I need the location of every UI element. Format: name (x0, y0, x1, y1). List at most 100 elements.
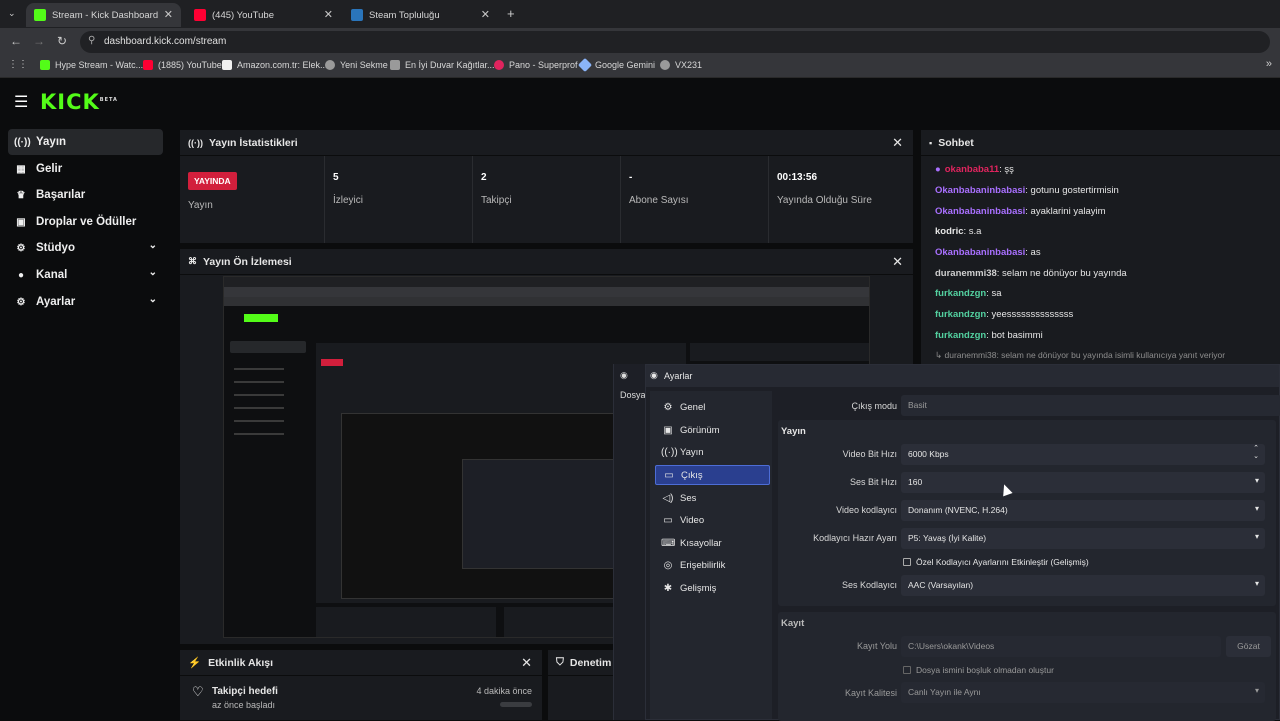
preview-nested-obs (462, 459, 622, 569)
sidebar-item-studyo[interactable]: ⚙ Stüdyo ⌄ (8, 235, 163, 261)
reload-icon[interactable]: ↻ (57, 34, 67, 48)
obs-nav-ses[interactable]: ◁) Ses (655, 488, 770, 508)
kick-logo[interactable]: KICKBETA (40, 90, 118, 114)
bookmark-superprof[interactable]: Pano - Superprof (494, 60, 578, 70)
tab-youtube[interactable]: (445) YouTube ✕ (186, 3, 341, 27)
preview-sidebar-item (230, 341, 306, 353)
preview-live-badge (321, 359, 343, 366)
tab-steam[interactable]: Steam Topluluğu ✕ (343, 3, 498, 27)
studio-icon: ⚙ (16, 242, 26, 254)
chat-message: furkandzgn: bot basimmi (935, 330, 1043, 341)
tab-search-icon[interactable]: ⌄ (8, 8, 16, 19)
panel-title: Yayın İstatistikleri (209, 136, 298, 149)
chat-message: furkandzgn: sa (935, 288, 1002, 299)
panel-header: ⚡ Etkinlik Akışı ✕ (180, 650, 542, 676)
audio-encoder-select[interactable]: AAC (Varsayılan) ▾ (901, 575, 1265, 596)
video-bitrate-spinbox[interactable]: 6000 Kbps ⌃ ⌄ (901, 444, 1265, 465)
encoder-preset-select[interactable]: P5: Yavaş (İyi Kalite) ▾ (901, 528, 1265, 549)
forward-icon[interactable]: → (33, 34, 45, 48)
obs-settings-window: ◉ Ayarlar ⚙ Genel ▣ Görünüm ((·)) Yayın ▭ Çık… (645, 364, 1280, 721)
keyboard-icon: ⌨ (661, 537, 676, 549)
sidebar-item-droplar[interactable]: ▣ Droplar ve Ödüller (8, 209, 163, 235)
tab-kick[interactable]: Stream - Kick Dashboard ✕ (26, 3, 181, 27)
record-quality-select[interactable]: Canlı Yayın ile Aynı ▾ (901, 682, 1265, 703)
record-path-input[interactable]: C:\Users\okank\Videos (901, 636, 1221, 657)
sidebar-item-ayarlar[interactable]: ⚙ Ayarlar ⌄ (8, 289, 163, 315)
site-info-icon[interactable]: ⚲ (88, 35, 95, 46)
obs-nav-gelismis[interactable]: ✱ Gelişmiş (655, 578, 770, 598)
obs-nav-kisayollar[interactable]: ⌨ Kısayollar (655, 533, 770, 553)
url-text: dashboard.kick.com/stream (104, 36, 227, 47)
chevron-down-icon: ▾ (1254, 532, 1259, 541)
new-tab-icon[interactable]: + (507, 6, 515, 21)
panel-header: ▪ Sohbet (921, 130, 1280, 156)
record-path-label: Kayıt Yolu (856, 641, 897, 651)
output-mode-select[interactable]: Basit (901, 395, 1280, 416)
spin-arrows-icon[interactable]: ⌃ ⌄ (1253, 445, 1259, 461)
panel-title: Etkinlik Akışı (208, 656, 274, 669)
obs-nav-gorunum[interactable]: ▣ Görünüm (655, 420, 770, 440)
close-icon[interactable]: ✕ (324, 8, 333, 21)
revenue-icon: ▦ (16, 163, 26, 175)
close-icon[interactable]: ✕ (892, 135, 903, 151)
output-icon: ▭ (664, 469, 674, 481)
broadcast-icon: ((·)) (661, 446, 678, 458)
obs-nav-genel[interactable]: ⚙ Genel (655, 397, 770, 417)
steam-favicon-icon (351, 9, 363, 21)
browse-button[interactable]: Gözat (1226, 636, 1271, 657)
broadcast-icon: ((·)) (14, 136, 31, 148)
obs-file-menu[interactable]: Dosya (620, 390, 646, 400)
activity-feed-panel: ⚡ Etkinlik Akışı ✕ ♡ Takipçi hedefi az önc… (180, 650, 542, 720)
bookmark-vx231[interactable]: VX231 (660, 60, 702, 70)
monitor-icon: ▭ (663, 514, 673, 526)
back-icon[interactable]: ← (10, 34, 22, 48)
bookmark-favicon-icon (577, 57, 593, 73)
chat-message: Okanbabaninbabasi: as (935, 247, 1041, 258)
chevron-down-icon: ⌄ (148, 240, 157, 251)
no-space-checkbox[interactable] (903, 666, 911, 674)
bookmark-hype[interactable]: Hype Stream - Watc... (40, 60, 143, 70)
video-encoder-select[interactable]: Donanım (NVENC, H.264) ▾ (901, 500, 1265, 521)
preview-bookmarks (224, 297, 869, 306)
stat-value: 5 (333, 172, 339, 183)
youtube-favicon-icon (194, 9, 206, 21)
custom-encoder-label: Özel Kodlayıcı Ayarlarını Etkinleştir (G… (916, 557, 1089, 567)
obs-nav-erisebilirlik[interactable]: ◎ Erişebilirlik (655, 555, 770, 575)
chat-message: Okanbabaninbabasi: ayaklarini yalayim (935, 206, 1106, 217)
bookmark-youtube[interactable]: (1885) YouTube (143, 60, 222, 70)
menu-icon[interactable]: ☰ (14, 92, 28, 112)
bookmark-favicon-icon (222, 60, 232, 70)
more-bookmarks-icon[interactable]: » (1266, 58, 1272, 70)
bookmark-gemini[interactable]: Google Gemini (577, 57, 655, 73)
stat-value: 2 (481, 172, 487, 183)
section-title: Yayın (781, 426, 806, 437)
chevron-down-icon: ▾ (1254, 476, 1259, 485)
sidebar-item-gelir[interactable]: ▦ Gelir (8, 156, 163, 182)
bookmark-favicon-icon (494, 60, 504, 70)
sidebar-item-kanal[interactable]: ● Kanal ⌄ (8, 262, 163, 288)
apps-grid-icon[interactable]: ⋮⋮ (8, 59, 28, 70)
bookmark-wallpapers[interactable]: En İyi Duvar Kağıtlar... (390, 60, 495, 70)
close-icon[interactable]: ✕ (481, 8, 490, 21)
close-icon[interactable]: ✕ (521, 655, 532, 671)
custom-encoder-checkbox[interactable] (903, 558, 911, 566)
bookmark-favicon-icon (660, 60, 670, 70)
stat-value: - (629, 172, 633, 183)
obs-nav-yayin[interactable]: ((·)) Yayın (655, 442, 770, 462)
appearance-icon: ▣ (663, 424, 673, 436)
close-icon[interactable]: ✕ (164, 8, 173, 21)
audio-bitrate-select[interactable]: 160 ▾ (901, 472, 1265, 493)
obs-nav-cikis[interactable]: ▭ Çıkış (655, 465, 770, 485)
url-input[interactable]: ⚲ dashboard.kick.com/stream (80, 31, 1270, 53)
stream-stats-panel: ((·)) Yayın İstatistikleri ✕ YAYINDA Yayın … (180, 130, 913, 243)
obs-logo-icon: ◉ (650, 370, 658, 380)
bookmark-amazon[interactable]: Amazon.com.tr: Elek... (222, 60, 328, 70)
obs-logo-icon: ◉ (620, 370, 628, 380)
stat-status: YAYINDA Yayın (180, 156, 325, 243)
chat-icon: ▪ (929, 137, 933, 148)
close-icon[interactable]: ✕ (892, 254, 903, 270)
bookmark-new-tab[interactable]: Yeni Sekme (325, 60, 388, 70)
obs-nav-video[interactable]: ▭ Video (655, 510, 770, 530)
sidebar-item-yayin[interactable]: ((·)) Yayın (8, 129, 163, 155)
sidebar-item-basarilar[interactable]: ♛ Başarılar (8, 182, 163, 208)
